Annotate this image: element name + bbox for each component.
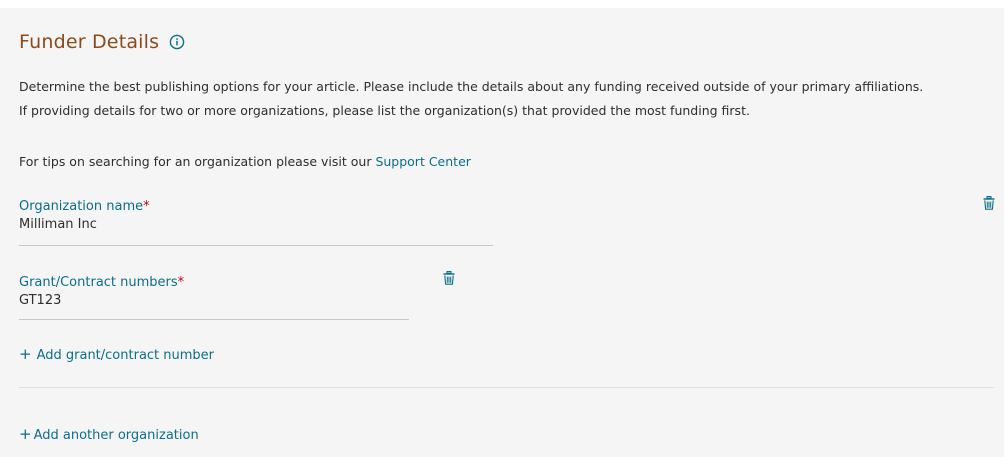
section-divider: [19, 387, 994, 388]
organization-name-input[interactable]: Milliman Inc: [19, 216, 493, 234]
support-tips: For tips on searching for an organizatio…: [19, 150, 471, 174]
add-organization-label: Add another organization: [33, 428, 199, 443]
tips-text: For tips on searching for an organizatio…: [19, 154, 376, 169]
plus-icon: +: [19, 345, 32, 363]
section-title: Funder Details: [19, 31, 160, 53]
add-grant-contract-button[interactable]: + Add grant/contract number: [19, 345, 214, 363]
info-icon[interactable]: [169, 34, 185, 50]
grant-contract-label: Grant/Contract numbers*: [19, 275, 409, 291]
add-organization-button[interactable]: + Add another organization: [19, 425, 199, 443]
grant-contract-label-text: Grant/Contract numbers: [19, 275, 178, 290]
plus-icon: +: [19, 425, 32, 443]
section-description: Determine the best publishing options fo…: [19, 75, 994, 123]
add-grant-label: Add grant/contract number: [36, 348, 215, 363]
grant-contract-input[interactable]: GT123: [19, 292, 409, 310]
organization-name-label: Organization name*: [19, 199, 493, 215]
required-marker: *: [143, 199, 150, 214]
required-marker: *: [177, 275, 185, 290]
funder-details-panel: Funder Details Determine the best publis…: [0, 8, 1004, 457]
support-center-link[interactable]: Support Center: [375, 154, 470, 169]
organization-name-field[interactable]: Organization name* Milliman Inc: [19, 199, 493, 246]
description-line-1: Determine the best publishing options fo…: [19, 79, 924, 94]
delete-grant-icon[interactable]: [443, 270, 455, 285]
description-line-2: If providing details for two or more org…: [19, 103, 750, 118]
organization-name-label-text: Organization name: [19, 199, 144, 214]
section-header: Funder Details: [19, 28, 185, 56]
delete-organization-icon[interactable]: [983, 195, 995, 210]
grant-contract-number-field[interactable]: Grant/Contract numbers* GT123: [19, 275, 409, 320]
